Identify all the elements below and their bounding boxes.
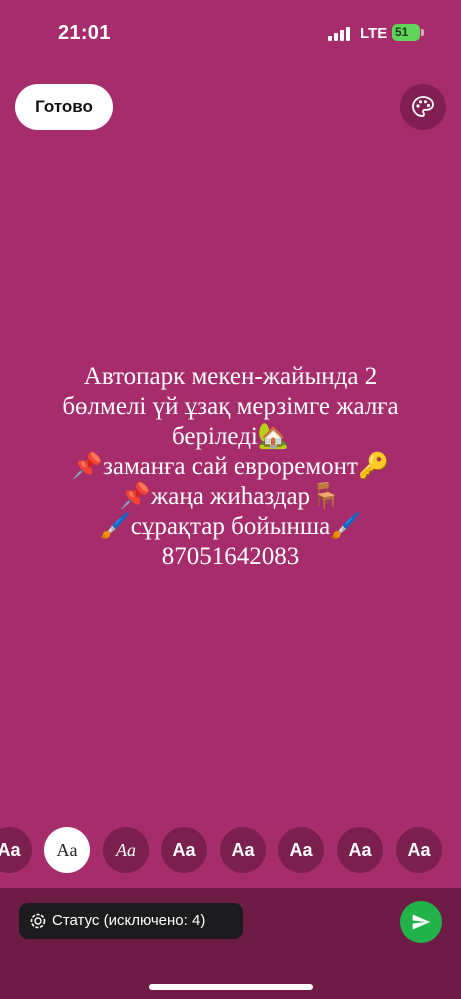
- font-option[interactable]: Aa: [278, 827, 324, 873]
- done-button[interactable]: Готово: [15, 84, 113, 130]
- battery-nub: [421, 29, 424, 36]
- font-option-selected[interactable]: Aa: [44, 827, 90, 873]
- font-option[interactable]: Aa: [220, 827, 266, 873]
- story-line: 📌жаңа жиһаздар🪑: [119, 483, 342, 510]
- clock: 21:01: [58, 22, 111, 44]
- send-button[interactable]: [400, 901, 442, 943]
- font-option[interactable]: Aa: [161, 827, 207, 873]
- color-palette-button[interactable]: [400, 84, 446, 130]
- send-icon: [412, 914, 431, 930]
- palette-icon: [412, 96, 434, 117]
- font-option[interactable]: Aa: [396, 827, 442, 873]
- story-line: Автопарк мекен-жайында 2: [83, 363, 378, 390]
- story-line: 📌заманға сай евроремонт🔑: [71, 453, 390, 480]
- font-option[interactable]: Aa: [337, 827, 383, 873]
- status-ring-icon: [30, 913, 46, 929]
- network-type: LTE: [360, 25, 388, 42]
- status-label: Статус (исключено: 4): [52, 912, 206, 929]
- story-text[interactable]: Автопарк мекен-жайында 2 бөлмелі үй ұзақ…: [20, 362, 441, 572]
- font-picker: Aa Aa Aa Aa Aa Aa Aa Aa: [0, 827, 461, 875]
- signal-icon: [328, 27, 352, 41]
- story-line: 87051642083: [161, 543, 300, 570]
- story-line: бөлмелі үй ұзақ мерзімге жалға: [62, 393, 399, 420]
- story-line: 🖌️сұрақтар бойынша🖌️: [99, 513, 362, 540]
- battery-icon: 51: [392, 24, 420, 41]
- font-option[interactable]: Aa: [103, 827, 149, 873]
- home-indicator[interactable]: [149, 984, 313, 990]
- status-audience-button[interactable]: Статус (исключено: 4): [19, 903, 243, 939]
- status-bar: 21:01 LTE 51: [0, 0, 461, 60]
- story-line: беріледі🏡: [172, 423, 289, 450]
- font-option[interactable]: Aa: [0, 827, 32, 873]
